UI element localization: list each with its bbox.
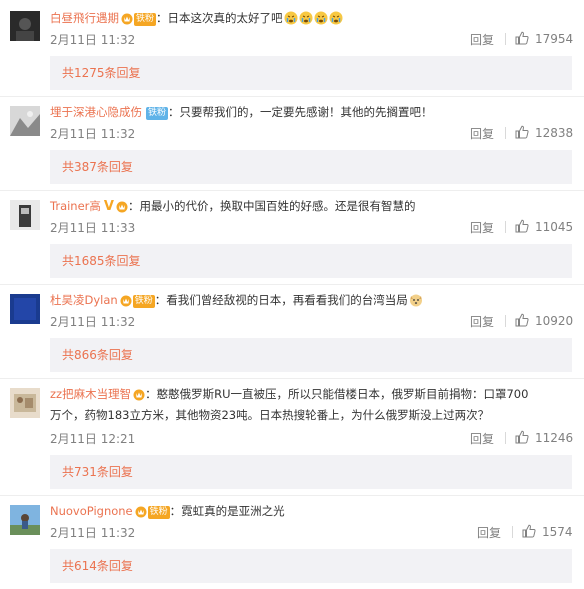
comment-text: ：用最小的代价，换取中国百姓的好感。还是很有智慧的 <box>127 199 416 213</box>
verified-v-icon: V <box>103 199 114 214</box>
username[interactable]: zz把麻木当理智 <box>50 387 131 401</box>
vip-crown-icon <box>120 294 132 312</box>
comment-text: ：看我们曾经敌视的日本，再看看我们的台湾当局 <box>154 293 408 307</box>
separator <box>505 432 506 444</box>
username[interactable]: Trainer高 <box>50 199 101 213</box>
avatar[interactable] <box>10 106 40 136</box>
vip-crown-icon <box>116 200 128 218</box>
crying-face-icon <box>329 11 343 25</box>
comment-date: 2月11日 11:32 <box>50 315 136 329</box>
crying-face-icon <box>314 11 328 25</box>
sub-replies-link[interactable]: 共1275条回复 <box>50 56 572 90</box>
like-button[interactable]: 11246 <box>515 430 573 445</box>
like-button[interactable]: 11045 <box>515 219 573 234</box>
comment-text: ：霓虹真的是亚洲之光 <box>169 504 285 518</box>
crying-face-icon <box>284 11 298 25</box>
thumbs-up-icon <box>515 219 529 233</box>
username[interactable]: 杜昊凌Dylan <box>50 293 118 307</box>
comment-line: 埋于深港心隐成伤 铁粉 ：只要帮我们的，一定要先感谢！其他的先搁置吧！ <box>50 103 576 121</box>
avatar[interactable] <box>10 294 40 324</box>
divider <box>0 378 584 379</box>
thumbs-up-icon <box>515 31 529 45</box>
doge-face-icon <box>409 294 422 307</box>
sub-replies-link[interactable]: 共614条回复 <box>50 549 572 583</box>
divider <box>0 190 584 191</box>
sub-replies-link[interactable]: 共731条回复 <box>50 455 572 489</box>
iron-fan-badge: 铁粉 <box>134 13 157 26</box>
thumbs-up-icon <box>515 125 529 139</box>
avatar[interactable] <box>10 505 40 535</box>
like-count: 11246 <box>535 431 574 445</box>
separator <box>505 315 506 327</box>
avatar[interactable] <box>10 200 40 230</box>
thumbs-up-icon <box>515 313 529 327</box>
separator <box>505 127 506 139</box>
username[interactable]: 埋于深港心隐成伤 <box>50 105 142 119</box>
reply-button[interactable]: 回复 <box>470 430 494 447</box>
separator <box>505 33 506 45</box>
vip-crown-icon <box>133 388 145 406</box>
reply-button[interactable]: 回复 <box>470 125 494 142</box>
divider <box>0 495 584 496</box>
avatar[interactable] <box>10 388 40 418</box>
divider <box>0 96 584 97</box>
comment-date: 2月11日 11:33 <box>50 221 136 235</box>
iron-fan-badge: 铁粉 <box>147 506 170 519</box>
comment-line: 白昼飛行遇期 铁粉 ：日本这次真的太好了吧 <box>50 9 576 30</box>
thumbs-up-icon <box>515 430 529 444</box>
comment-date: 2月11日 11:32 <box>50 127 136 141</box>
divider <box>0 284 584 285</box>
vip-crown-icon <box>121 12 133 30</box>
comment-date: 2月11日 11:32 <box>50 526 136 540</box>
like-count: 11045 <box>535 220 574 234</box>
thumbs-up-icon <box>522 524 536 538</box>
like-count: 1574 <box>542 525 573 539</box>
reply-button[interactable]: 回复 <box>470 31 494 48</box>
comment-text: ：只要帮我们的，一定要先感谢！其他的先搁置吧！ <box>168 105 433 119</box>
like-count: 17954 <box>535 32 574 46</box>
vip-crown-icon <box>135 505 147 523</box>
iron-fan-badge: 铁粉 <box>146 107 169 120</box>
like-count: 10920 <box>535 314 574 328</box>
like-count: 12838 <box>535 126 574 140</box>
like-button[interactable]: 12838 <box>515 125 573 140</box>
comment-line: Trainer高 V ：用最小的代价，换取中国百姓的好感。还是很有智慧的 <box>50 197 576 218</box>
reply-button[interactable]: 回复 <box>470 313 494 330</box>
avatar[interactable] <box>10 11 40 41</box>
separator <box>505 221 506 233</box>
comment-date: 2月11日 12:21 <box>50 432 136 446</box>
sub-replies-link[interactable]: 共866条回复 <box>50 338 572 372</box>
crying-face-icon <box>299 11 313 25</box>
comment-line: zz把麻木当理智 ：憨憨俄罗斯RU一直被压，所以只能借楼日本，俄罗斯目前捐物：口罩… <box>50 385 536 424</box>
iron-fan-badge: 铁粉 <box>132 295 155 308</box>
reply-button[interactable]: 回复 <box>477 524 501 541</box>
comment-line: 杜昊凌Dylan 铁粉 ：看我们曾经敌视的日本，再看看我们的台湾当局 <box>50 291 576 312</box>
username[interactable]: 白昼飛行遇期 <box>50 11 119 25</box>
sub-replies-link[interactable]: 共387条回复 <box>50 150 572 184</box>
comment-date: 2月11日 11:32 <box>50 33 136 47</box>
username[interactable]: NuovoPignone <box>50 504 133 518</box>
like-button[interactable]: 17954 <box>515 31 573 46</box>
like-button[interactable]: 1574 <box>522 524 573 539</box>
comment-line: NuovoPignone 铁粉 ：霓虹真的是亚洲之光 <box>50 502 576 523</box>
reply-button[interactable]: 回复 <box>470 219 494 236</box>
sub-replies-link[interactable]: 共1685条回复 <box>50 244 572 278</box>
comment-text: ：日本这次真的太好了吧 <box>156 11 283 25</box>
like-button[interactable]: 10920 <box>515 313 573 328</box>
separator <box>512 526 513 538</box>
